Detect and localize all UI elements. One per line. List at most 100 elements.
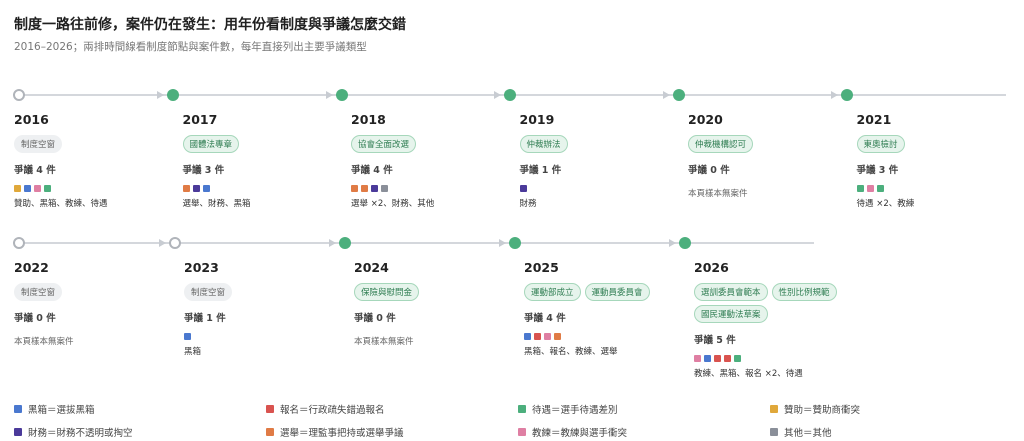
dispute-count: 爭議 0 件 — [14, 313, 56, 324]
dispute-count: 爭議 5 件 — [694, 335, 736, 346]
legend-swatch — [770, 405, 778, 413]
timeline-arrow — [329, 239, 336, 247]
no-case-note: 本頁樣本無案件 — [14, 337, 74, 347]
dispute-count: 爭議 0 件 — [354, 313, 396, 324]
timeline-node-2026 — [679, 237, 691, 249]
dispute-type-squares — [519, 185, 685, 192]
legend-item-sponsorship: 贊助＝贊助商衝突 — [770, 402, 860, 416]
dispute-type-squares — [14, 185, 179, 192]
legend-swatch — [14, 405, 22, 413]
dispute-types-text: 贊助、黑箱、教練、待遇 — [14, 199, 108, 209]
timeline-node-2019 — [504, 89, 516, 101]
milestone-tag: 仲裁辦法 — [519, 135, 568, 153]
year-label: 2025 — [524, 260, 559, 275]
dispute-square-coaching — [544, 333, 551, 340]
year-label: 2022 — [14, 260, 49, 275]
timeline-item-2018: 2018 協會全面改選 爭議 4 件選舉 ×2、財務、其他 — [351, 112, 516, 210]
timeline-arrow — [325, 91, 333, 99]
dispute-square-coaching — [866, 185, 874, 192]
dispute-count: 爭議 4 件 — [524, 313, 566, 324]
dispute-type-squares — [182, 185, 348, 192]
timeline-item-2024: 2024 保險與慰問金 爭議 0 件本頁樣本無案件 — [354, 260, 519, 347]
chart-subtitle: 2016–2026；兩排時間線看制度節點與案件數，每年直接列出主要爭議類型 — [14, 41, 367, 53]
timeline-arrow — [499, 239, 506, 247]
timeline-node-2021 — [841, 89, 853, 101]
dispute-type-squares — [184, 333, 349, 340]
milestone-tags: 東奧檢討 — [856, 135, 1022, 153]
milestone-tags: 運動部成立 運動員委員會 — [524, 283, 689, 301]
milestone-tag: 制度空窗 — [14, 135, 63, 153]
legend-item-coaching: 教練＝教練與選手衝突 — [518, 425, 627, 439]
dispute-types-text: 教練、黑箱、報名 ×2、待遇 — [694, 369, 803, 379]
milestone-tag: 仲裁機構認可 — [688, 135, 754, 153]
timeline-arrow — [157, 91, 164, 99]
dispute-square-coaching — [694, 355, 701, 362]
milestone-tag: 運動部成立 — [524, 283, 581, 301]
dispute-square-election — [554, 333, 561, 340]
milestone-tag: 國體法專章 — [182, 135, 240, 153]
dispute-types-text: 選舉、財務、黑箱 — [182, 199, 251, 209]
year-label: 2020 — [688, 112, 723, 127]
timeline-item-2019: 2019 仲裁辦法 爭議 1 件財務 — [519, 112, 685, 210]
dispute-square-blacklist — [184, 333, 191, 340]
timeline-node-2024 — [339, 237, 351, 249]
dispute-square-blacklist — [524, 333, 531, 340]
milestone-tags: 仲裁機構認可 — [688, 135, 853, 153]
dispute-square-blacklist — [24, 185, 31, 192]
dispute-square-registration — [724, 355, 731, 362]
milestone-tag: 運動員委員會 — [584, 283, 650, 301]
dispute-count: 爭議 0 件 — [688, 165, 730, 176]
legend-label: 教練＝教練與選手衝突 — [532, 428, 628, 439]
timeline-node-2017 — [167, 89, 179, 101]
legend-swatch — [266, 428, 274, 436]
dispute-count: 爭議 1 件 — [184, 313, 226, 324]
legend-label: 報名＝行政疏失錯過報名 — [280, 405, 385, 416]
timeline-arrow — [669, 239, 676, 247]
legend-label: 待遇＝選手待遇差別 — [532, 405, 618, 416]
dispute-square-sponsorship — [14, 185, 21, 192]
legend-swatch — [518, 428, 526, 436]
timeline-arrow — [662, 91, 670, 99]
dispute-square-blacklist — [704, 355, 711, 362]
year-label: 2018 — [351, 112, 386, 127]
milestone-tags: 制度空窗 — [14, 135, 179, 153]
dispute-type-squares — [524, 333, 689, 340]
milestone-tag: 保險與慰問金 — [354, 283, 420, 301]
dispute-square-registration — [714, 355, 721, 362]
chart-title: 制度一路往前修，案件仍在發生：用年份看制度與爭議怎麼交錯 — [14, 17, 406, 33]
dispute-square-treatment — [856, 185, 864, 192]
dispute-count: 爭議 3 件 — [182, 165, 225, 176]
milestone-tags: 保險與慰問金 — [354, 283, 519, 301]
milestone-tags: 國體法專章 — [182, 135, 348, 153]
dispute-types-text: 財務 — [519, 199, 537, 209]
legend-label: 贊助＝贊助商衝突 — [784, 405, 861, 416]
legend-swatch — [518, 405, 526, 413]
dispute-count: 爭議 3 件 — [856, 165, 899, 176]
dispute-types-text: 黑箱、報名、教練、選舉 — [524, 347, 618, 357]
dispute-square-coaching — [34, 185, 41, 192]
no-case-note: 本頁樣本無案件 — [688, 189, 748, 199]
year-label: 2016 — [14, 112, 49, 127]
dispute-square-other — [381, 185, 388, 192]
dispute-types-text: 待遇 ×2、教練 — [856, 199, 915, 209]
dispute-square-election — [182, 185, 190, 192]
milestone-tags: 選訓委員會範本 性別比例規範 國民運動法草案 — [694, 283, 859, 323]
timeline-item-2026: 2026 選訓委員會範本 性別比例規範 國民運動法草案 爭議 5 件教練、黑箱、報名 ×… — [694, 260, 859, 380]
milestone-tag: 協會全面改選 — [351, 135, 417, 153]
dispute-count: 爭議 4 件 — [351, 165, 393, 176]
timeline-arrow — [159, 239, 166, 247]
timeline-item-2025: 2025 運動部成立 運動員委員會爭議 4 件黑箱、報名、教練、選舉 — [524, 260, 689, 358]
dispute-square-election — [361, 185, 368, 192]
timeline-track — [14, 242, 814, 244]
timeline-item-2023: 2023 制度空窗 爭議 1 件黑箱 — [184, 260, 349, 358]
legend-item-blacklist: 黑箱＝選拔黑箱 — [14, 402, 95, 416]
legend-swatch — [770, 428, 778, 436]
legend-label: 其他＝其他 — [784, 428, 832, 439]
milestone-tag: 國民運動法草案 — [694, 305, 768, 323]
year-label: 2024 — [354, 260, 389, 275]
timeline-node-2022 — [13, 237, 25, 249]
dispute-square-treatment — [876, 185, 884, 192]
milestone-tags: 仲裁辦法 — [519, 135, 685, 153]
legend-swatch — [14, 428, 22, 436]
timeline-item-2021: 2021 東奧檢討 爭議 3 件待遇 ×2、教練 — [856, 112, 1022, 210]
